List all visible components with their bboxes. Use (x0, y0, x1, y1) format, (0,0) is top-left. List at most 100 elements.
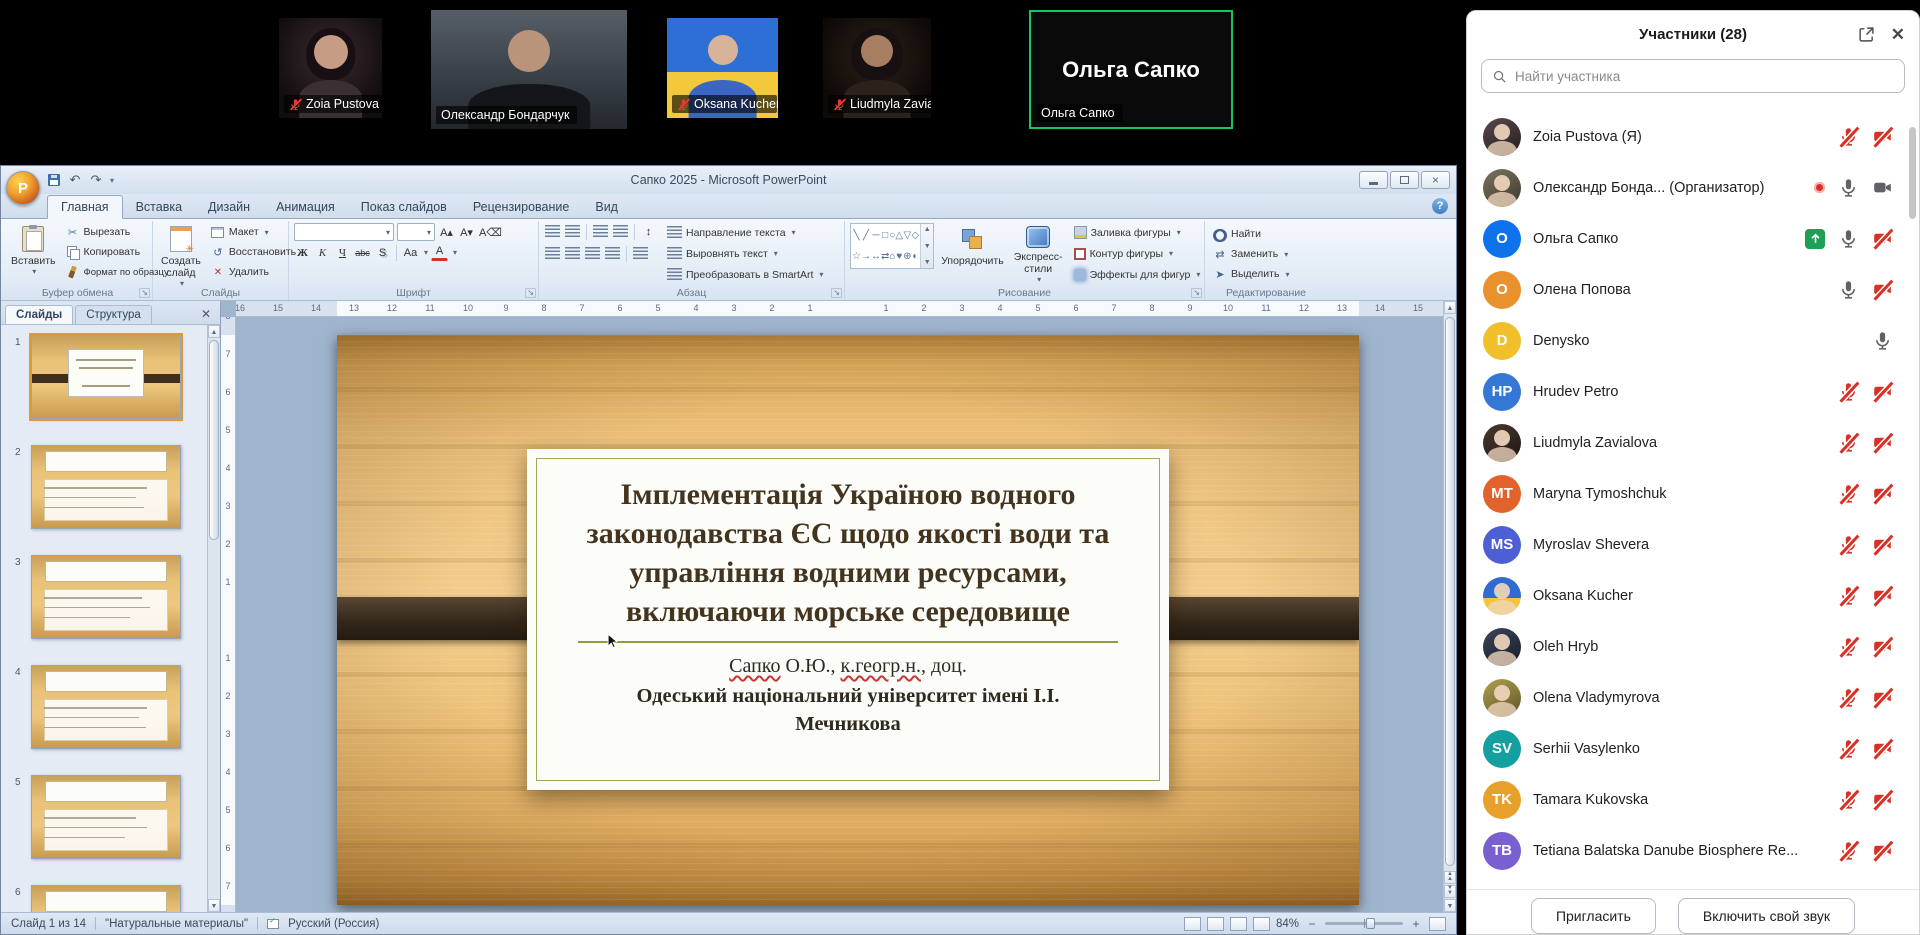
participant-row[interactable]: Zoia Pustova (Я) (1467, 111, 1919, 162)
scrollbar-thumb[interactable] (209, 340, 219, 540)
tab-design[interactable]: Дизайн (195, 196, 263, 218)
shape-outline-button[interactable]: Контур фигуры▾ (1074, 244, 1201, 263)
line-spacing-button[interactable]: ↕ (640, 223, 657, 240)
slide-thumbnail-2[interactable]: 2 (31, 445, 181, 529)
slide-sorter-view-button[interactable] (1207, 917, 1224, 931)
slide-canvas[interactable]: Імплементація Україною водного законодав… (337, 335, 1359, 905)
shapes-gallery[interactable]: ╲╱─□○△▽◇ ☆→↔⇄⌂♥⊕◐ ▲▼▼ (850, 223, 934, 269)
participant-row[interactable]: TB Tetiana Balatska Danube Biosphere Re.… (1467, 825, 1919, 876)
reset-button[interactable]: ↺Восстановить (208, 243, 299, 261)
normal-view-button[interactable] (1184, 917, 1201, 931)
video-tile-zoia[interactable]: Zoia Pustova (279, 18, 382, 118)
arrange-button[interactable]: Упорядочить (938, 223, 1006, 285)
minimize-button[interactable] (1359, 171, 1388, 189)
redo-button[interactable]: ↷ (87, 171, 105, 189)
drawing-dialog-launcher[interactable]: ↘ (1191, 288, 1202, 298)
video-tile-olha-active-speaker[interactable]: Ольга Сапко Ольга Сапко (1029, 10, 1233, 129)
clipboard-dialog-launcher[interactable]: ↘ (139, 288, 150, 298)
replace-button[interactable]: ⇄Заменить▾ (1210, 245, 1322, 263)
tab-animation[interactable]: Анимация (263, 196, 348, 218)
text-shadow-button[interactable]: S (374, 244, 391, 261)
qat-dropdown-caret[interactable]: ▾ (110, 176, 114, 185)
shape-effects-button[interactable]: Эффекты для фигур▾ (1074, 265, 1201, 284)
scroll-down-arrow[interactable]: ▼ (1444, 899, 1456, 912)
maximize-button[interactable] (1390, 171, 1419, 189)
scroll-up-arrow[interactable]: ▲ (1444, 301, 1456, 314)
participant-row[interactable]: Oksana Kucher (1467, 570, 1919, 621)
justify-button[interactable] (604, 245, 621, 262)
numbering-button[interactable] (564, 223, 581, 240)
participant-row[interactable]: O Ольга Сапко (1467, 213, 1919, 264)
invite-button[interactable]: Пригласить (1531, 898, 1656, 934)
font-dialog-launcher[interactable]: ↘ (525, 288, 536, 298)
change-case-button[interactable]: Аа (402, 244, 419, 261)
paste-button[interactable]: Вставить▾ (8, 223, 59, 285)
next-slide-button[interactable]: ▼▼ (1444, 885, 1456, 898)
title-card[interactable]: Імплементація Україною водного законодав… (527, 449, 1169, 790)
zoom-out-button[interactable]: − (1305, 917, 1319, 931)
video-tile-oleksandr[interactable]: Олександр Бондарчук (431, 10, 627, 129)
video-tile-liudmyla[interactable]: Liudmyla Zavialova (823, 18, 931, 118)
video-tile-oksana[interactable]: Oksana Kucher (667, 18, 778, 118)
shrink-font-button[interactable]: A▾ (458, 224, 475, 241)
tab-slides-thumbnails[interactable]: Слайды (5, 305, 73, 324)
convert-smartart-button[interactable]: Преобразовать в SmartArt▾ (667, 265, 823, 284)
slide-thumbnail-5[interactable]: 5 (31, 775, 181, 859)
tab-view[interactable]: Вид (582, 196, 631, 218)
text-direction-button[interactable]: Направление текста▾ (667, 223, 823, 242)
slideshow-view-button[interactable] (1253, 917, 1270, 931)
strikethrough-button[interactable]: abc (354, 244, 371, 261)
close-panel-icon[interactable]: ✕ (1891, 26, 1905, 43)
tab-insert[interactable]: Вставка (123, 196, 195, 218)
scrollbar-thumb[interactable] (1445, 317, 1455, 866)
tab-home[interactable]: Главная (47, 195, 123, 219)
slide-thumbnail-6[interactable]: 6 (31, 885, 181, 912)
align-text-button[interactable]: Выровнять текст▾ (667, 244, 823, 263)
tab-outline[interactable]: Структура (75, 305, 152, 324)
columns-button[interactable] (632, 245, 649, 262)
search-input[interactable] (1515, 69, 1894, 84)
paragraph-dialog-launcher[interactable]: ↘ (831, 288, 842, 298)
participant-row[interactable]: Liudmyla Zavialova (1467, 417, 1919, 468)
participant-row[interactable]: O Олена Попова (1467, 264, 1919, 315)
participant-row[interactable]: HP Hrudev Petro (1467, 366, 1919, 417)
close-button[interactable]: × (1421, 171, 1450, 189)
slides-pane-scrollbar[interactable]: ▲ ▼ (207, 325, 220, 912)
bold-button[interactable]: Ж (294, 244, 311, 261)
zoom-slider[interactable] (1325, 922, 1403, 925)
participant-row[interactable]: Oleh Hryb (1467, 621, 1919, 672)
italic-button[interactable]: К (314, 244, 331, 261)
pane-close-icon[interactable]: ✕ (196, 307, 216, 324)
participant-row[interactable]: D Denysko (1467, 315, 1919, 366)
clear-formatting-button[interactable]: A⌫ (478, 224, 503, 241)
shape-fill-button[interactable]: Заливка фигуры▾ (1074, 223, 1201, 242)
popout-panel-icon[interactable] (1858, 26, 1875, 43)
office-menu-button[interactable]: P (6, 171, 40, 205)
font-size-combo[interactable]: ▾ (397, 223, 435, 241)
participant-row[interactable]: MT Maryna Tymoshchuk (1467, 468, 1919, 519)
select-button[interactable]: ➤Выделить▾ (1210, 265, 1322, 283)
bullets-button[interactable] (544, 223, 561, 240)
participant-row[interactable]: SV Serhii Vasylenko (1467, 723, 1919, 774)
shapes-gallery-scroll[interactable]: ▲▼▼ (920, 224, 933, 268)
slide-thumbnail-3[interactable]: 3 (31, 555, 181, 639)
language-indicator[interactable]: Русский (Россия) (288, 918, 379, 930)
unmute-button[interactable]: Включить свой звук (1678, 898, 1855, 934)
underline-button[interactable]: Ч (334, 244, 351, 261)
align-left-button[interactable] (544, 245, 561, 262)
zoom-level[interactable]: 84% (1276, 918, 1299, 930)
align-center-button[interactable] (564, 245, 581, 262)
tab-review[interactable]: Рецензирование (460, 196, 583, 218)
editor-scrollbar[interactable]: ▲ ▲▲ ▼▼ ▼ (1443, 301, 1456, 912)
theme-name[interactable]: "Натуральные материалы" (105, 918, 248, 930)
participant-row[interactable]: TK Tamara Kukovska (1467, 774, 1919, 825)
participant-row[interactable]: MS Myroslav Shevera (1467, 519, 1919, 570)
find-button[interactable]: Найти (1210, 225, 1322, 243)
quick-styles-button[interactable]: Экспресс-стили▾ (1011, 223, 1066, 285)
zoom-in-button[interactable]: + (1409, 917, 1423, 931)
grow-font-button[interactable]: A▴ (438, 224, 455, 241)
undo-button[interactable]: ↶ (66, 171, 84, 189)
layout-button[interactable]: Макет▾ (208, 223, 299, 241)
participant-row[interactable]: Olena Vladymyrova (1467, 672, 1919, 723)
participants-scrollbar[interactable] (1909, 127, 1916, 219)
